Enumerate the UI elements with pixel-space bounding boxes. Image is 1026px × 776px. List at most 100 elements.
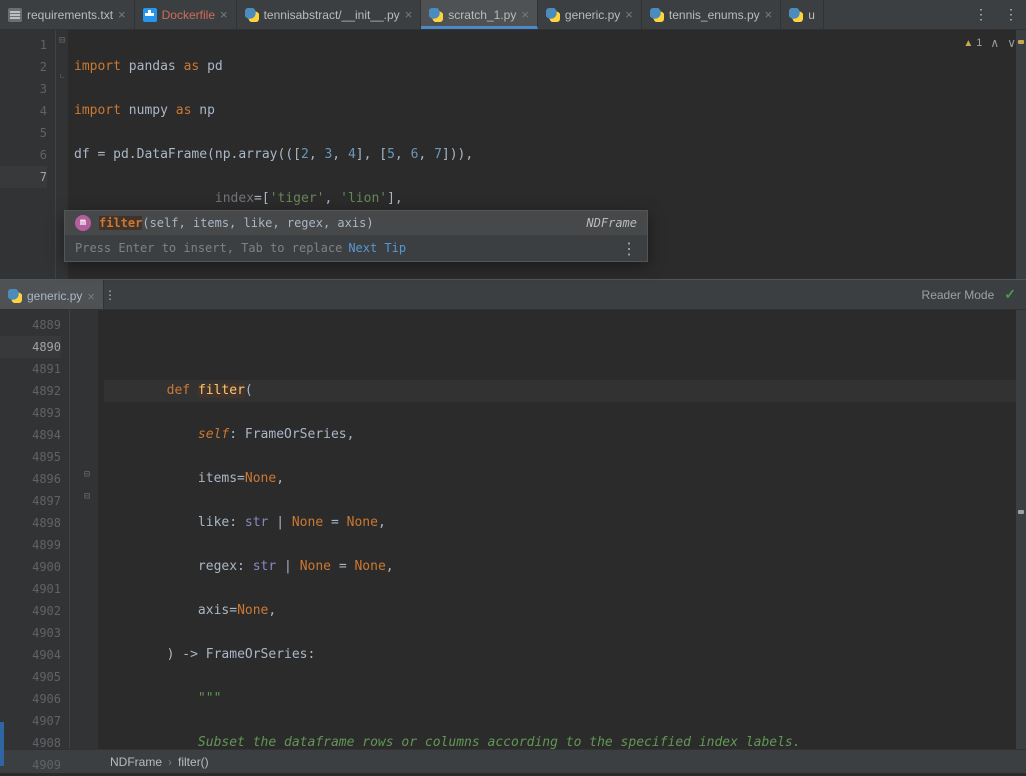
- completion-item[interactable]: m filter(self, items, like, regex, axis)…: [65, 211, 647, 235]
- tab-label: tennis_enums.py: [669, 8, 760, 22]
- completion-popup[interactable]: m filter(self, items, like, regex, axis)…: [64, 210, 648, 262]
- line-number: 4898: [0, 512, 61, 534]
- line-number: 4904: [0, 644, 61, 666]
- editor-pane-top: 1 ∧ ∨ 1 2 3 4 5 6 7 ⊟ ⌞ import pandas as…: [0, 30, 1026, 280]
- fold-collapse-icon[interactable]: ⊟: [82, 470, 92, 480]
- problems-widget[interactable]: 1 ∧ ∨: [963, 36, 1016, 50]
- close-icon[interactable]: ×: [220, 7, 228, 22]
- close-icon[interactable]: ×: [765, 7, 773, 22]
- python-icon: [8, 289, 22, 303]
- tab-requirements[interactable]: requirements.txt ×: [0, 0, 135, 29]
- reader-mode-label[interactable]: Reader Mode: [922, 288, 995, 302]
- tab-strip: requirements.txt × Dockerfile × tennisab…: [0, 0, 1026, 30]
- bottom-tab-strip: generic.py × ⋮: [0, 280, 1026, 310]
- line-number: 6: [0, 144, 47, 166]
- python-icon: [650, 8, 664, 22]
- line-number: 4890: [0, 336, 61, 358]
- stripe-marker[interactable]: [1018, 510, 1024, 514]
- line-number: 4899: [0, 534, 61, 556]
- line-number: 4891: [0, 358, 61, 380]
- line-number: 4892: [0, 380, 61, 402]
- breadcrumbs[interactable]: NDFrame › filter(): [0, 749, 1026, 773]
- vcs-change-marker[interactable]: [0, 722, 4, 766]
- close-icon[interactable]: ×: [405, 7, 413, 22]
- line-number: 4907: [0, 710, 61, 732]
- close-icon[interactable]: ×: [521, 7, 529, 22]
- line-number: 4905: [0, 666, 61, 688]
- tabs-more-button[interactable]: ⋮: [104, 288, 116, 302]
- close-icon[interactable]: ×: [625, 7, 633, 22]
- line-number: 1: [0, 34, 47, 56]
- txt-icon: [8, 8, 22, 22]
- tab-scratch-1[interactable]: scratch_1.py ×: [421, 0, 538, 29]
- line-number: 4906: [0, 688, 61, 710]
- line-number: 4893: [0, 402, 61, 424]
- python-icon: [429, 8, 443, 22]
- reader-mode-widget[interactable]: Reader Mode ✓: [922, 286, 1016, 303]
- tab-generic[interactable]: generic.py ×: [538, 0, 642, 29]
- python-icon: [546, 8, 560, 22]
- line-number: 2: [0, 56, 47, 78]
- def-filter: filter: [198, 383, 245, 398]
- fold-region-end-icon[interactable]: ⌞: [57, 70, 67, 80]
- method-badge-icon: m: [75, 215, 91, 231]
- completion-origin: NDFrame: [586, 216, 637, 230]
- next-problem-icon[interactable]: ∨: [1007, 36, 1016, 50]
- line-number: 4908: [0, 732, 61, 754]
- close-icon[interactable]: ×: [87, 289, 95, 304]
- code-area[interactable]: def filter( self: FrameOrSeries, items=N…: [98, 310, 1016, 749]
- breadcrumb-separator-icon: ›: [168, 755, 172, 769]
- editor-split: 1 ∧ ∨ 1 2 3 4 5 6 7 ⊟ ⌞ import pandas as…: [0, 30, 1026, 773]
- tab-label: Dockerfile: [162, 8, 215, 22]
- warning-marker[interactable]: [1018, 40, 1024, 44]
- fold-column[interactable]: ⊟ ⊟: [70, 310, 98, 749]
- python-icon: [789, 8, 803, 22]
- editor-area-top[interactable]: 1 2 3 4 5 6 7 ⊟ ⌞ import pandas as pd im…: [0, 30, 1026, 279]
- warning-count[interactable]: 1: [963, 37, 982, 49]
- next-tip-link[interactable]: Next Tip: [348, 241, 406, 255]
- tabs-overflow-button[interactable]: ⋮: [966, 6, 996, 23]
- completion-hint-row: Press Enter to insert, Tab to replace Ne…: [65, 235, 647, 261]
- breadcrumb-item[interactable]: filter(): [178, 755, 209, 769]
- gutter[interactable]: 4889 4890 4891 4892 4893 4894 4895 4896 …: [0, 310, 70, 749]
- tab-label: scratch_1.py: [448, 8, 516, 22]
- check-icon[interactable]: ✓: [1004, 286, 1016, 303]
- line-number: 4900: [0, 556, 61, 578]
- line-number: 7: [0, 166, 47, 188]
- tabs-more-button[interactable]: ⋮: [996, 6, 1026, 23]
- line-number: 4903: [0, 622, 61, 644]
- line-number: 4901: [0, 578, 61, 600]
- line-number: 5: [0, 122, 47, 144]
- tab-label: generic.py: [565, 8, 620, 22]
- line-number: 4889: [0, 314, 61, 336]
- line-number: 3: [0, 78, 47, 100]
- editor-pane-bottom: generic.py × ⋮ Reader Mode ✓ 4889 4890 4…: [0, 280, 1026, 773]
- tab-label: requirements.txt: [27, 8, 113, 22]
- completion-menu-icon[interactable]: ⋮: [621, 239, 637, 258]
- editor-area-bottom[interactable]: 4889 4890 4891 4892 4893 4894 4895 4896 …: [0, 310, 1026, 749]
- fold-collapse-icon[interactable]: ⊟: [82, 492, 92, 502]
- line-number: 4897: [0, 490, 61, 512]
- tab-generic-bottom[interactable]: generic.py ×: [0, 280, 104, 309]
- prev-problem-icon[interactable]: ∧: [990, 36, 999, 50]
- line-number: 4895: [0, 446, 61, 468]
- tab-label: u: [808, 8, 815, 22]
- docker-icon: [143, 8, 157, 22]
- line-number: 4896: [0, 468, 61, 490]
- error-stripe[interactable]: [1016, 310, 1026, 749]
- breadcrumb-item[interactable]: NDFrame: [110, 755, 162, 769]
- completion-hint: Press Enter to insert, Tab to replace: [75, 241, 342, 255]
- fold-region-icon[interactable]: ⊟: [57, 36, 67, 46]
- tab-dockerfile[interactable]: Dockerfile ×: [135, 0, 237, 29]
- error-stripe[interactable]: [1016, 30, 1026, 279]
- line-number: 4894: [0, 424, 61, 446]
- line-number: 4902: [0, 600, 61, 622]
- tab-truncated[interactable]: u: [781, 0, 824, 29]
- python-icon: [245, 8, 259, 22]
- line-number: 4: [0, 100, 47, 122]
- gutter[interactable]: 1 2 3 4 5 6 7: [0, 30, 56, 279]
- close-icon[interactable]: ×: [118, 7, 126, 22]
- tab-tennis-enums[interactable]: tennis_enums.py ×: [642, 0, 781, 29]
- tab-label: generic.py: [27, 289, 82, 303]
- tab-tennisabstract-init[interactable]: tennisabstract/__init__.py ×: [237, 0, 422, 29]
